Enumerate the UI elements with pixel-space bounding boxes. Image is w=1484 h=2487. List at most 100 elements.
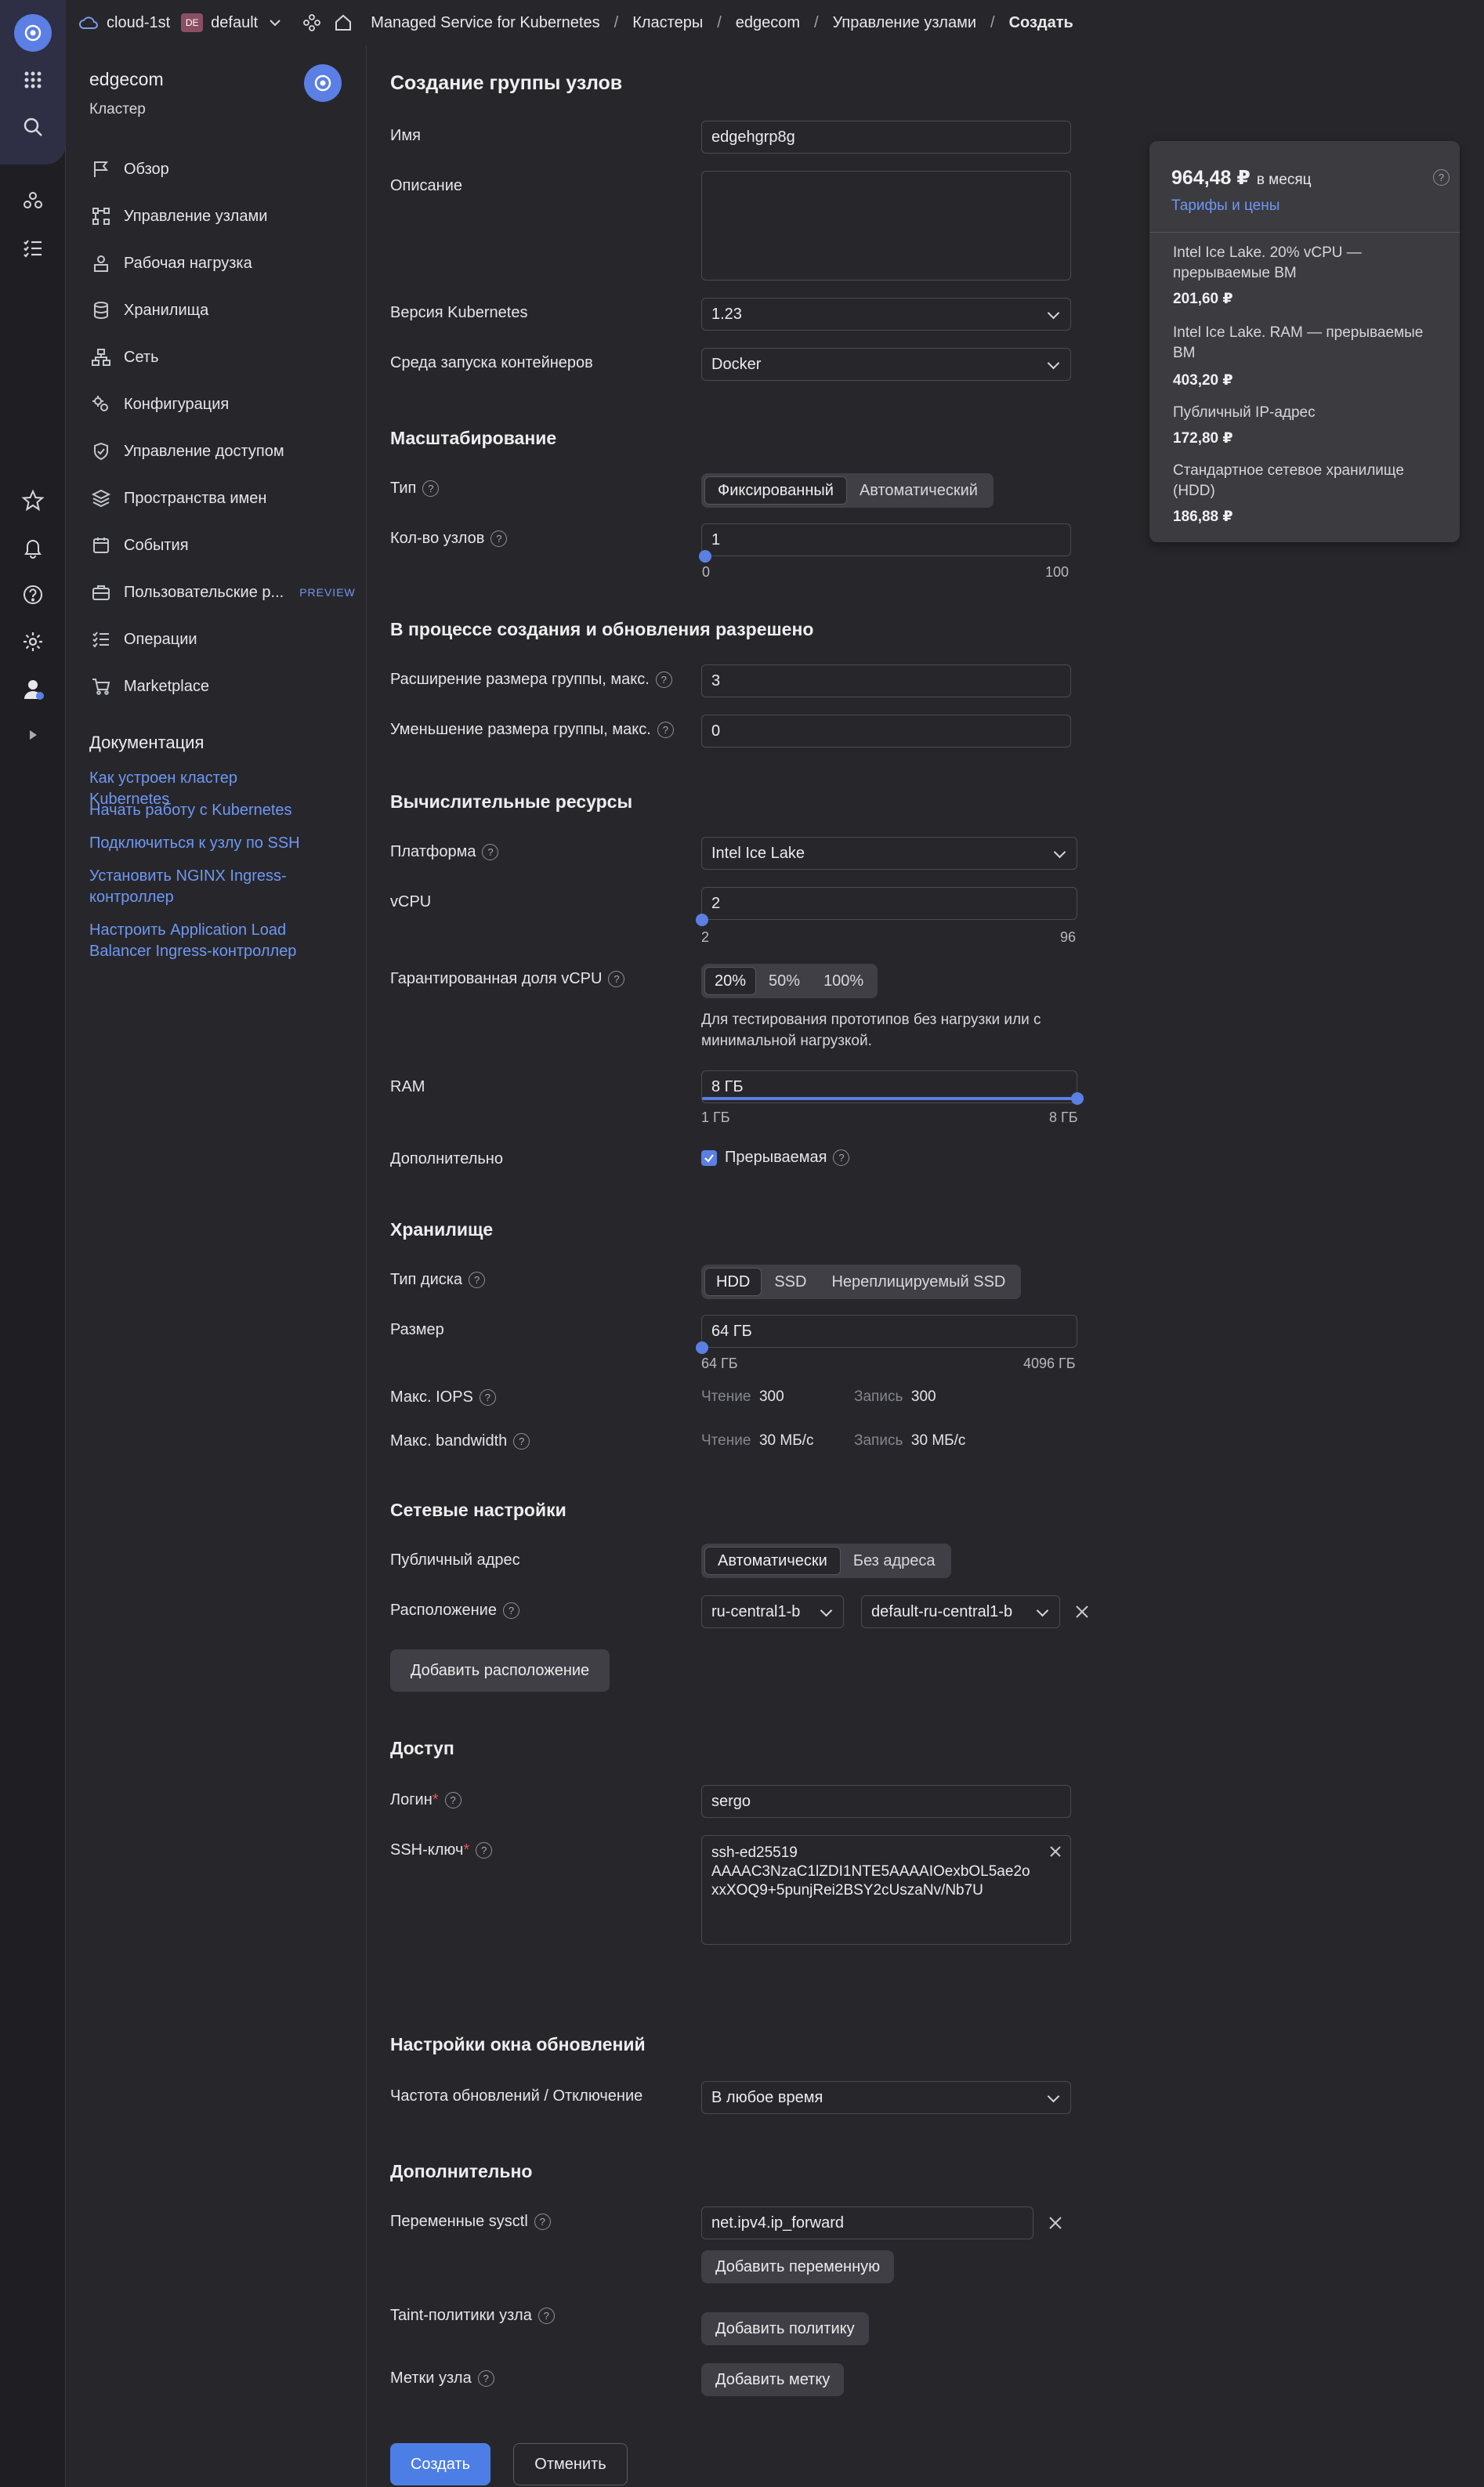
sidebar-item-storage[interactable]: Хранилища: [89, 295, 208, 326]
expand-rail-icon[interactable]: [17, 719, 49, 751]
name-input[interactable]: edgehgrp8g: [701, 121, 1071, 154]
disk-size-min: 64 ГБ: [701, 1356, 738, 1371]
runtime-label: Среда запуска контейнеров: [390, 354, 593, 371]
ssh-key-line: xxXOQ9+5punjRei2BSY2cUszaNv/Nb7U: [711, 1882, 983, 1899]
add-policy-button[interactable]: Добавить политику: [701, 2312, 869, 2345]
sidebar-item-configuration[interactable]: Конфигурация: [89, 389, 229, 420]
public-address-label: Публичный адрес: [390, 1551, 520, 1569]
services-grid-icon[interactable]: [17, 64, 49, 96]
max-unavailable-label: Уменьшение размера группы, макс.?: [390, 721, 674, 739]
tasks-list-icon[interactable]: [17, 232, 49, 263]
doc-link-alb-ingress[interactable]: Настроить Application Load Balancer Ingr…: [89, 920, 309, 962]
search-icon[interactable]: [17, 111, 49, 143]
node-count-input[interactable]: 1: [701, 523, 1071, 556]
star-icon[interactable]: [17, 485, 49, 516]
doc-link-getting-started[interactable]: Начать работу с Kubernetes: [89, 800, 317, 821]
network-icon: [89, 346, 113, 369]
breadcrumb-clusters[interactable]: Кластеры: [632, 14, 703, 32]
sidebar-item-marketplace[interactable]: Marketplace: [89, 671, 209, 702]
breadcrumb-service[interactable]: Managed Service for Kubernetes: [371, 14, 599, 32]
sysctl-input[interactable]: net.ipv4.ip_forward: [701, 2206, 1033, 2239]
remove-sysctl-close-icon[interactable]: [1045, 2213, 1066, 2233]
ram-slider-track: [702, 1097, 1072, 1100]
disk-ssd-option[interactable]: SSD: [762, 1268, 819, 1296]
runtime-select[interactable]: Docker: [701, 348, 1071, 381]
vcpu-slider-handle[interactable]: [696, 914, 708, 926]
nodes-icon: [89, 205, 113, 228]
public-auto-option[interactable]: Автоматически: [704, 1547, 841, 1575]
doc-link-nginx-ingress[interactable]: Установить NGINX Ingress-контроллер: [89, 866, 293, 908]
update-frequency-select[interactable]: В любое время: [701, 2081, 1071, 2114]
settings-gear-icon[interactable]: [17, 626, 49, 657]
ram-slider-handle[interactable]: [1071, 1092, 1084, 1105]
sidebar-item-custom-resources[interactable]: Пользовательские р... PREVIEW: [89, 577, 356, 608]
clear-ssh-close-icon[interactable]: [1045, 1841, 1066, 1862]
page-title: Создание группы узлов: [390, 72, 623, 94]
disk-size-input[interactable]: 64 ГБ: [701, 1315, 1077, 1348]
sidebar-item-namespaces[interactable]: Пространства имен: [89, 483, 266, 514]
cloud-name[interactable]: cloud-1st: [107, 14, 170, 32]
disk-hdd-option[interactable]: HDD: [704, 1268, 762, 1296]
breadcrumb-node-management[interactable]: Управление узлами: [833, 14, 976, 32]
service-nodes-icon[interactable]: [302, 13, 322, 33]
fraction-50-option[interactable]: 50%: [756, 967, 813, 995]
remove-location-close-icon[interactable]: [1072, 1602, 1092, 1622]
price-item-value: 403,20 ₽: [1173, 372, 1233, 389]
help-icon: ?: [469, 1272, 486, 1288]
tariffs-link[interactable]: Тарифы и цены: [1171, 197, 1279, 215]
vcpu-input[interactable]: 2: [701, 887, 1077, 920]
scaling-auto-option[interactable]: Автоматический: [847, 476, 990, 505]
bandwidth-write: Запись 30 МБ/с: [854, 1432, 966, 1449]
sidebar-item-label: Хранилища: [124, 301, 209, 319]
folder-name[interactable]: default: [211, 14, 258, 32]
description-textarea[interactable]: [701, 171, 1071, 281]
sidebar-item-node-management[interactable]: Управление узлами: [89, 201, 267, 232]
sidebar-item-label: Marketplace: [124, 677, 209, 695]
cancel-button[interactable]: Отменить: [513, 2443, 628, 2485]
max-expansion-input[interactable]: 3: [701, 664, 1071, 697]
k8s-version-select[interactable]: 1.23: [701, 298, 1071, 331]
create-button[interactable]: Создать: [390, 2443, 490, 2485]
add-location-button[interactable]: Добавить расположение: [390, 1649, 610, 1692]
storage-title: Хранилище: [390, 1219, 494, 1240]
scaling-fixed-option[interactable]: Фиксированный: [704, 476, 847, 505]
help-icon[interactable]: [17, 579, 49, 610]
node-count-slider-handle[interactable]: [699, 550, 711, 563]
disk-size-slider-handle[interactable]: [696, 1341, 708, 1354]
ssh-key-textarea[interactable]: ssh-ed25519 AAAAC3NzaC1lZDI1NTE5AAAAIOex…: [701, 1835, 1071, 1945]
doc-link-ssh[interactable]: Подключиться к узлу по SSH: [89, 833, 317, 854]
price-period: в месяц: [1256, 172, 1312, 188]
zone-select[interactable]: ru-central1-b: [701, 1595, 844, 1628]
sidebar-item-events[interactable]: События: [89, 530, 189, 561]
platform-select[interactable]: Intel Ice Lake: [701, 837, 1077, 870]
help-icon[interactable]: ?: [1433, 169, 1450, 186]
sidebar-item-overview[interactable]: Обзор: [89, 154, 169, 185]
fraction-100-option[interactable]: 100%: [813, 967, 874, 995]
add-variable-button[interactable]: Добавить переменную: [701, 2250, 895, 2283]
k8s-version-label: Версия Kubernetes: [390, 304, 528, 321]
help-icon: ?: [479, 1389, 496, 1406]
disk-nonreplicated-ssd-option[interactable]: Нереплицируемый SSD: [819, 1268, 1018, 1296]
user-avatar-icon[interactable]: [17, 673, 49, 704]
breadcrumb-cluster[interactable]: edgecom: [736, 14, 800, 32]
max-unavailable-input[interactable]: 0: [701, 715, 1071, 748]
login-input[interactable]: sergo: [701, 1785, 1071, 1818]
home-icon[interactable]: [333, 13, 353, 33]
public-none-option[interactable]: Без адреса: [841, 1547, 948, 1575]
sidebar-item-access[interactable]: Управление доступом: [89, 436, 284, 467]
preview-badge: PREVIEW: [299, 586, 356, 599]
sidebar-item-operations[interactable]: Операции: [89, 624, 197, 655]
cloud-logo-icon[interactable]: [14, 14, 52, 52]
preemptible-checkbox[interactable]: Прерываемая ?: [701, 1149, 850, 1167]
breadcrumb-current: Создать: [1008, 13, 1073, 31]
add-label-button[interactable]: Добавить метку: [701, 2363, 845, 2396]
sidebar-item-workload[interactable]: Рабочая нагрузка: [89, 248, 252, 279]
sidebar-item-network[interactable]: Сеть: [89, 342, 158, 373]
price-total-value: 964,48 ₽: [1171, 167, 1251, 189]
bell-icon[interactable]: [17, 532, 49, 563]
subnet-select[interactable]: default-ru-central1-b: [861, 1595, 1060, 1628]
fraction-20-option[interactable]: 20%: [704, 967, 757, 995]
chevron-down-icon[interactable]: [269, 18, 281, 27]
kubernetes-service-icon[interactable]: [17, 185, 49, 216]
ssh-key-label: SSH-ключ *?: [390, 1841, 493, 1859]
